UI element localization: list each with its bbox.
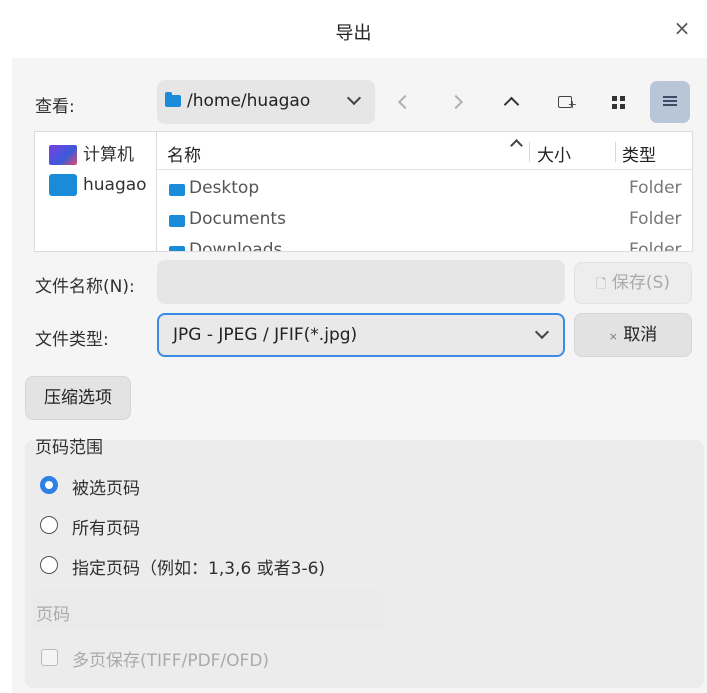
compress-options-button[interactable]: 压缩选项: [25, 376, 131, 420]
file-list-header: 名称 大小 类型: [157, 132, 692, 170]
file-name: Desktop: [189, 178, 260, 198]
list-view-button[interactable]: [650, 81, 690, 123]
file-row[interactable]: Desktop Folder: [157, 173, 692, 204]
cancel-button[interactable]: × 取消: [574, 313, 692, 357]
new-folder-button[interactable]: [548, 85, 582, 122]
filetype-value: JPG - JPEG / JFIF(*.jpg): [173, 325, 358, 345]
column-divider: [529, 142, 530, 162]
file-row[interactable]: Documents Folder: [157, 204, 692, 235]
chevron-left-icon: [397, 94, 413, 110]
file-type: Folder: [629, 178, 682, 198]
radio-label: 指定页码（例如：1,3,6 或者3-6): [72, 559, 326, 579]
list-view-icon: [663, 96, 677, 106]
page-input: [33, 590, 385, 630]
place-label: 计算机: [83, 145, 134, 165]
page-label: 页码: [36, 605, 70, 625]
place-label: huagao: [83, 175, 147, 195]
column-size-header[interactable]: 大小: [537, 141, 571, 166]
sort-ascending-icon: [510, 139, 523, 152]
folder-icon: [169, 246, 185, 251]
look-in-label: 查看:: [35, 97, 75, 117]
file-row[interactable]: Downloads Folder: [157, 235, 692, 252]
parent-dir-button[interactable]: [495, 85, 529, 119]
home-folder-icon: [49, 174, 77, 196]
computer-icon: [49, 145, 77, 165]
chevron-down-icon: [534, 324, 550, 340]
multipage-label: 多页保存(TIFF/PDF/OFD): [72, 651, 270, 671]
cancel-label: 取消: [623, 325, 658, 345]
close-icon: ×: [608, 330, 618, 343]
filename-input[interactable]: [157, 260, 565, 304]
filetype-label: 文件类型:: [35, 330, 109, 350]
page-range-title: 页码范围: [35, 438, 103, 458]
filename-label: 文件名称(N):: [35, 277, 135, 297]
file-name: Documents: [189, 209, 286, 229]
window-title: 导出: [335, 23, 372, 44]
multipage-checkbox[interactable]: [41, 649, 58, 666]
radio-specified-pages[interactable]: [40, 556, 58, 574]
folder-icon: [169, 215, 185, 227]
save-label: 保存(S): [611, 273, 670, 293]
save-icon: 🗋: [596, 277, 607, 292]
folder-icon: [165, 92, 181, 107]
file-name: Downloads: [189, 240, 283, 252]
icon-view-button[interactable]: [601, 85, 635, 119]
close-icon[interactable]: ×: [671, 17, 693, 39]
column-type-header[interactable]: 类型: [622, 141, 656, 166]
grid-view-icon: [612, 96, 625, 109]
chevron-down-icon: [346, 90, 362, 106]
radio-label: 所有页码: [72, 519, 140, 539]
title-bar: 导出 ×: [0, 0, 707, 58]
filetype-select[interactable]: JPG - JPEG / JFIF(*.jpg): [157, 313, 565, 357]
save-button[interactable]: 🗋 保存(S): [574, 262, 692, 304]
radio-label: 被选页码: [72, 479, 140, 499]
forward-button[interactable]: [442, 85, 476, 119]
path-value: /home/huagao: [187, 91, 311, 111]
path-combo[interactable]: /home/huagao: [157, 80, 375, 124]
column-divider: [615, 142, 616, 162]
file-list: 名称 大小 类型 Desktop Folder Documents Folder…: [156, 131, 693, 252]
place-computer[interactable]: 计算机: [49, 140, 134, 165]
new-folder-icon: [558, 88, 577, 122]
radio-all-pages[interactable]: [40, 516, 58, 534]
places-sidebar: 计算机 huagao: [34, 131, 156, 252]
chevron-up-icon: [503, 96, 520, 113]
file-type: Folder: [629, 240, 682, 252]
place-home[interactable]: huagao: [49, 174, 147, 196]
back-button[interactable]: [388, 85, 422, 119]
radio-selected-pages[interactable]: [40, 476, 58, 494]
column-name-header[interactable]: 名称: [167, 141, 201, 166]
chevron-right-icon: [448, 94, 464, 110]
file-type: Folder: [629, 209, 682, 229]
folder-icon: [169, 184, 185, 196]
